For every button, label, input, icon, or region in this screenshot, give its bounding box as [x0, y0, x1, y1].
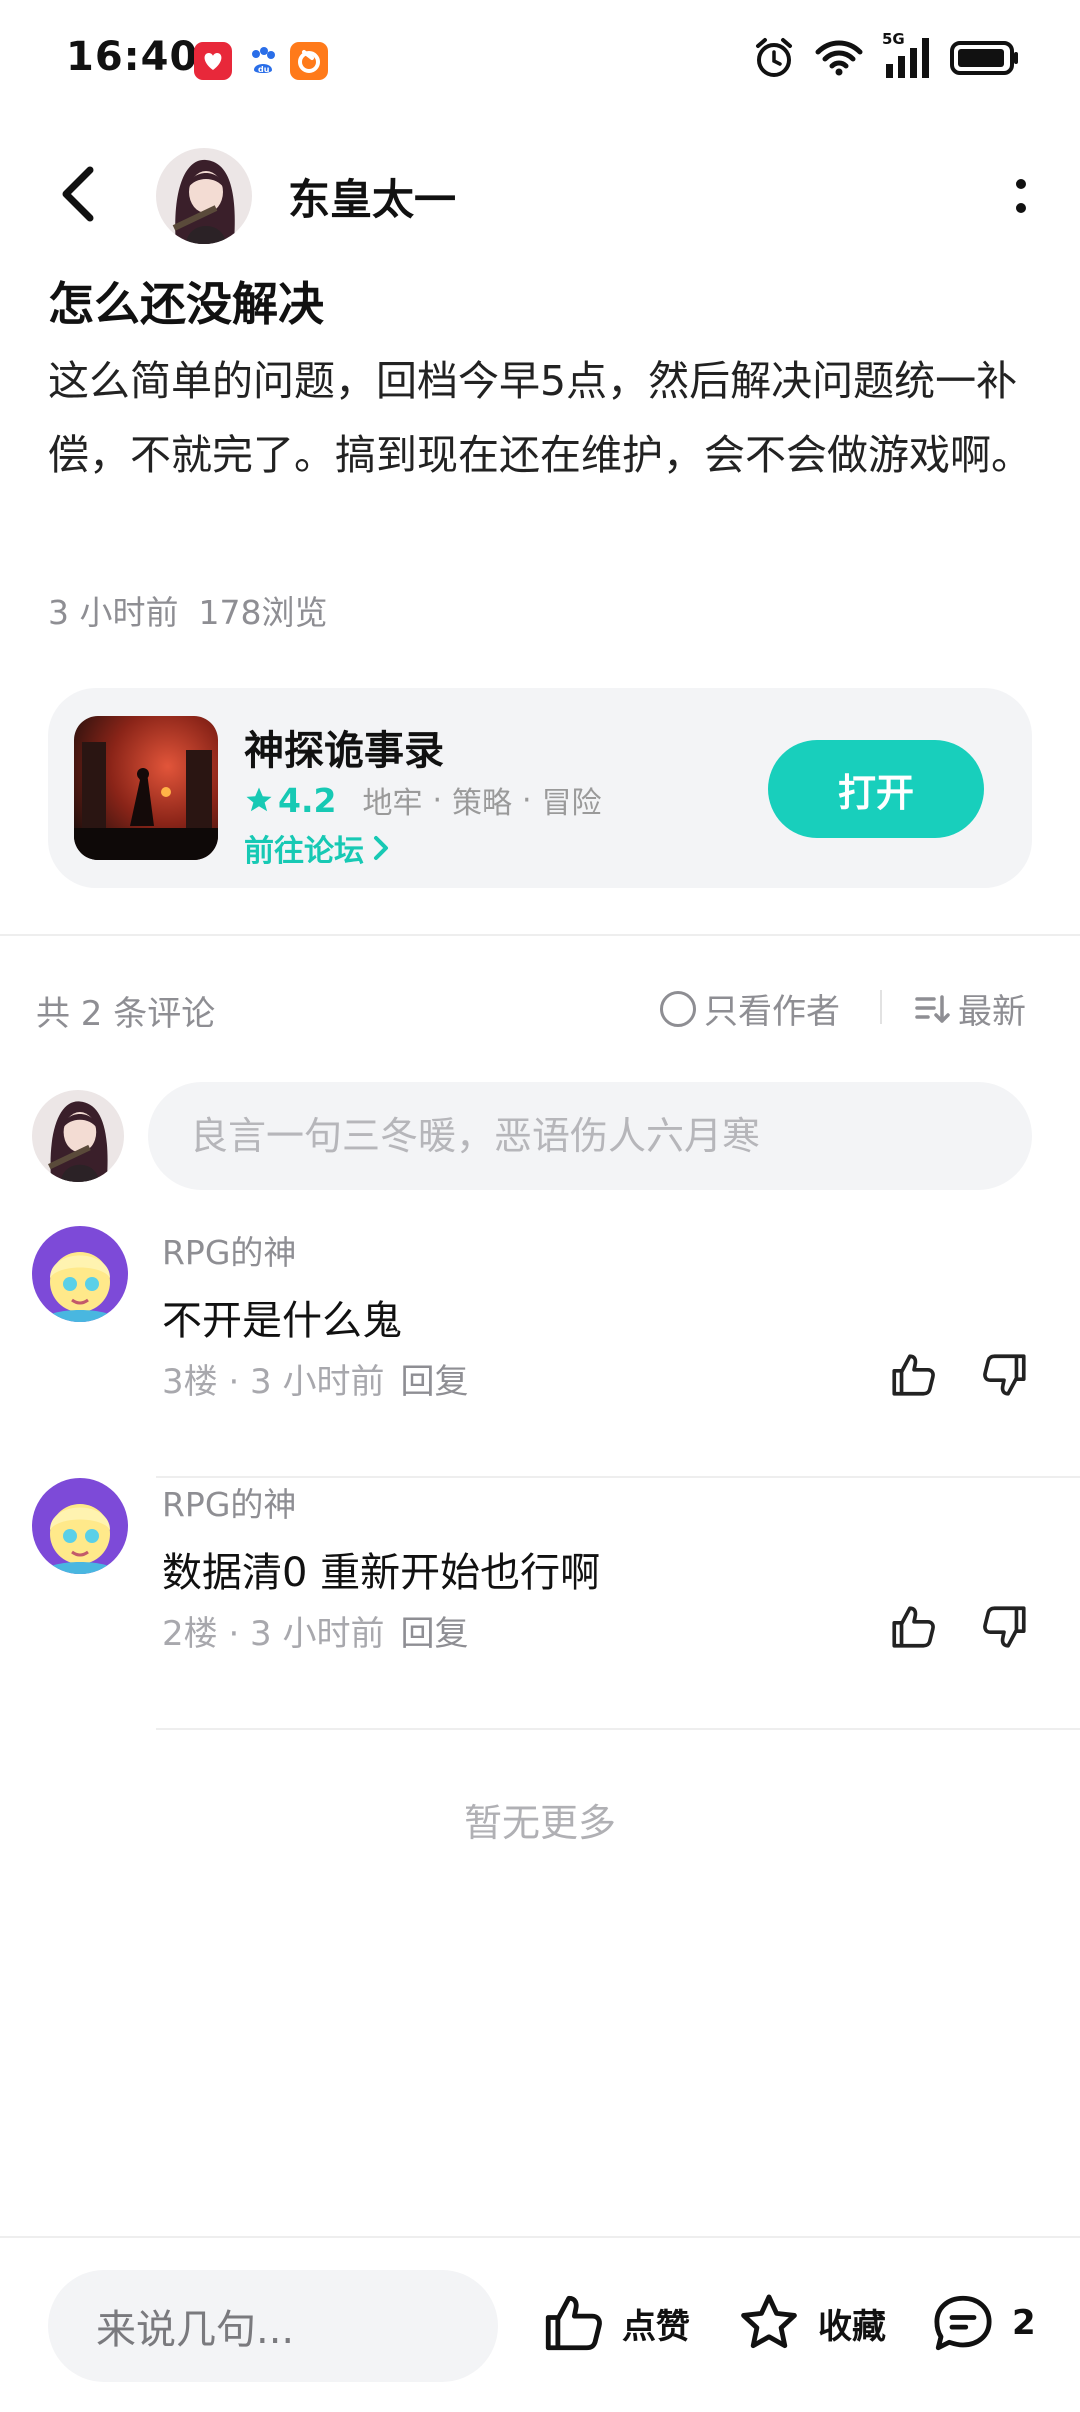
alarm-icon — [752, 36, 796, 84]
game-name: 神探诡事录 — [244, 728, 444, 774]
post-views: 178浏览 — [198, 593, 328, 632]
comment-text: 不开是什么鬼 — [162, 1298, 402, 1344]
forum-link-label: 前往论坛 — [244, 834, 364, 869]
comment-bubble-icon — [934, 2295, 992, 2351]
svg-text:du: du — [258, 65, 270, 74]
commenter-name[interactable]: RPG的神 — [162, 1226, 296, 1274]
commenter-avatar[interactable] — [32, 1226, 128, 1322]
thumbs-up-icon[interactable] — [888, 1602, 938, 1652]
favorite-label: 收藏 — [818, 2306, 886, 2347]
comment-count: 共 2 条评论 — [36, 994, 216, 1034]
tag-separator: · — [522, 782, 532, 818]
comment-input[interactable] — [148, 1082, 1032, 1190]
game-card[interactable]: 神探诡事录 4.2 地牢 · 策略 · 冒险 前往论坛 打开 — [48, 688, 1032, 888]
sort-icon — [915, 994, 950, 1023]
tag-separator: · — [432, 782, 443, 818]
bottom-comment-input[interactable]: 来说几句... — [48, 2270, 498, 2382]
battery-icon — [950, 40, 1020, 80]
back-button[interactable] — [56, 162, 100, 226]
signal-icon: 5G — [882, 30, 932, 84]
reply-button[interactable]: 回复 — [401, 1362, 469, 1402]
app-notification-orange-icon — [290, 42, 328, 80]
baidu-icon: du — [244, 42, 282, 80]
open-game-button[interactable]: 打开 — [768, 740, 984, 838]
more-options-button[interactable] — [1008, 168, 1034, 224]
radio-circle-icon — [660, 990, 696, 1027]
thumbs-down-icon[interactable] — [980, 1350, 1030, 1400]
comment-item: RPG的神 数据清0 重新开始也行啊 2楼 · 3 小时前 回复 — [0, 1478, 1080, 1730]
forum-link[interactable]: 前往论坛 — [244, 826, 390, 870]
wifi-icon — [814, 38, 864, 82]
game-tag: 地牢 — [362, 786, 423, 821]
more-dot-icon — [1016, 179, 1026, 189]
comment-meta: 2楼 · 3 小时前 回复 — [162, 1606, 469, 1655]
favorite-button[interactable]: 收藏 — [736, 2290, 886, 2356]
commenter-avatar[interactable] — [32, 1478, 128, 1574]
comment-count-badge: 2 — [1012, 2303, 1036, 2343]
post-time: 3 小时前 — [48, 593, 179, 632]
post-title: 怎么还没解决 — [48, 277, 324, 331]
my-avatar — [32, 1090, 124, 1182]
comment-floor-time: 2楼 · 3 小时前 — [162, 1614, 385, 1654]
game-tag: 策略 — [452, 786, 513, 821]
comments-button[interactable]: 2 — [930, 2290, 1036, 2356]
chevron-left-icon — [62, 166, 94, 222]
only-author-toggle[interactable]: 只看作者 — [660, 984, 840, 1033]
section-divider — [0, 934, 1080, 936]
more-dot-icon — [1016, 203, 1026, 213]
bottom-bar-divider — [0, 2236, 1080, 2238]
vertical-divider — [880, 990, 882, 1024]
author-avatar[interactable] — [156, 148, 252, 244]
post-body: 这么简单的问题，回档今早5点，然后解决问题统一补偿，不就完了。搞到现在还在维护，… — [48, 357, 1032, 479]
like-label: 点赞 — [622, 2306, 690, 2347]
thumbs-up-icon — [545, 2295, 602, 2351]
comment-meta: 3楼 · 3 小时前 回复 — [162, 1354, 469, 1403]
status-bar: 16:40 du 5G — [0, 0, 1080, 124]
game-tag: 冒险 — [541, 786, 602, 821]
star-icon — [246, 787, 272, 812]
chevron-right-icon — [374, 836, 388, 860]
game-rating: 4.2 — [278, 780, 337, 820]
app-notification-red-icon — [194, 42, 232, 80]
like-button[interactable]: 点赞 — [540, 2290, 690, 2356]
thumbs-down-icon[interactable] — [980, 1602, 1030, 1652]
no-more-label: 暂无更多 — [463, 1801, 616, 1845]
network-type-label: 5G — [882, 30, 905, 48]
post-meta: 3 小时前 178浏览 — [48, 586, 328, 634]
comment-floor-time: 3楼 · 3 小时前 — [162, 1362, 385, 1402]
thumbs-up-icon[interactable] — [888, 1350, 938, 1400]
star-icon — [741, 2294, 797, 2349]
author-name[interactable]: 东皇太一 — [288, 166, 456, 227]
commenter-name[interactable]: RPG的神 — [162, 1478, 296, 1526]
comment-item: RPG的神 不开是什么鬼 3楼 · 3 小时前 回复 — [0, 1226, 1080, 1478]
comment-divider — [156, 1728, 1080, 1730]
sort-label: 最新 — [958, 992, 1026, 1032]
comment-text: 数据清0 重新开始也行啊 — [162, 1550, 601, 1596]
only-author-label: 只看作者 — [704, 992, 840, 1032]
game-icon — [74, 716, 218, 860]
reply-button[interactable]: 回复 — [401, 1614, 469, 1654]
game-stats: 4.2 地牢 · 策略 · 冒险 — [244, 778, 602, 822]
sort-button[interactable]: 最新 — [914, 984, 1026, 1033]
status-time: 16:40 — [66, 34, 199, 80]
